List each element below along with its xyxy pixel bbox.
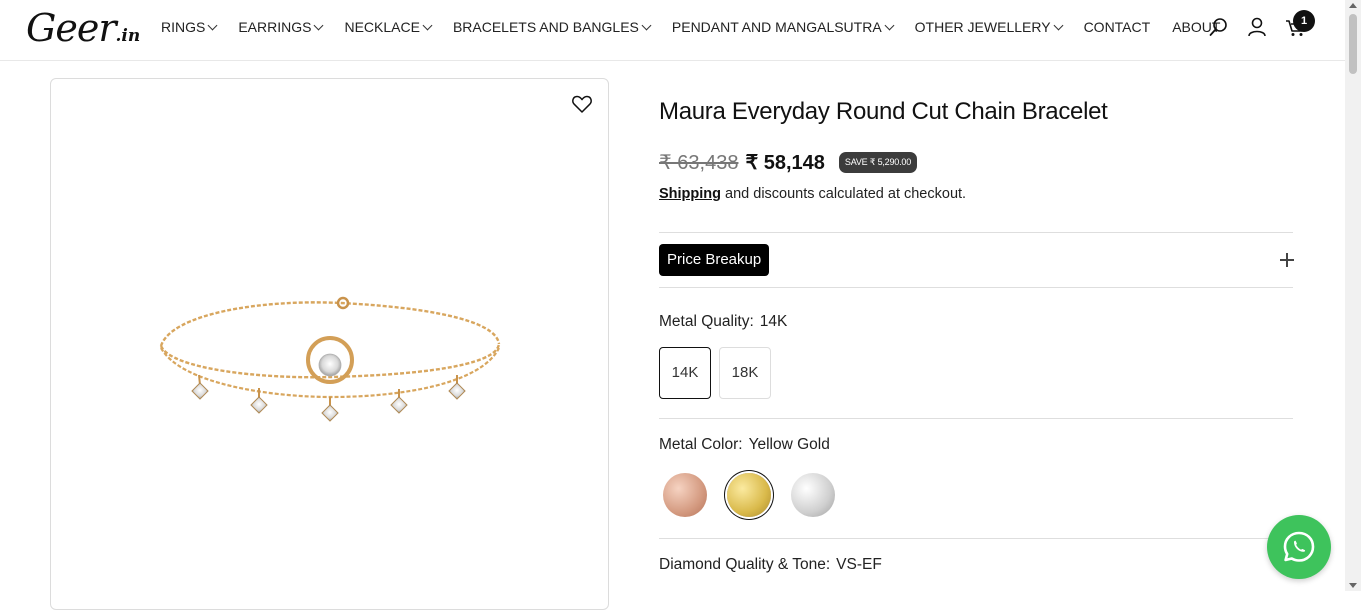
metal-quality-label: Metal Quality: [659, 313, 754, 330]
nav-label: NECKLACE [344, 19, 420, 35]
shipping-text: and discounts calculated at checkout. [725, 186, 967, 202]
cart-count-badge: 1 [1293, 10, 1315, 32]
save-badge: SAVE ₹ 5,290.00 [838, 152, 918, 173]
scroll-thumb[interactable] [1349, 14, 1357, 74]
chevron-down-icon [207, 20, 218, 30]
scroll-up-arrow-icon[interactable] [1349, 3, 1357, 8]
site-logo[interactable]: Geer.in [26, 4, 140, 60]
divider [659, 418, 1293, 419]
scroll-down-arrow-icon[interactable] [1349, 583, 1357, 588]
nav-item-bracelets-and-bangles[interactable]: BRACELETS AND BANGLES [452, 19, 652, 35]
metal-color-value: Yellow Gold [748, 436, 830, 453]
metal-quality-option-14k[interactable]: 14K [659, 347, 711, 399]
logo-suffix: .in [115, 26, 141, 46]
nav-label: PENDANT AND MANGALSUTRA [671, 19, 882, 35]
swatch-white-gold[interactable] [791, 473, 835, 517]
header-icons [1208, 16, 1306, 38]
nav-label: CONTACT [1083, 19, 1151, 35]
nav-label: OTHER JEWELLERY [914, 19, 1051, 35]
expand-plus-icon[interactable] [1280, 253, 1294, 267]
site-header: Geer.in RINGS EARRINGS NECKLACE BRACELET… [0, 0, 1345, 61]
nav-item-contact[interactable]: CONTACT [1084, 19, 1151, 35]
price-breakup-button[interactable]: Price Breakup [659, 244, 770, 276]
logo-main: Geer [26, 6, 116, 50]
diamond-quality-label: Diamond Quality & Tone: [659, 556, 831, 573]
account-icon[interactable] [1246, 16, 1268, 38]
swatch-rose-gold[interactable] [663, 473, 707, 517]
nav-item-necklace[interactable]: NECKLACE [344, 19, 433, 35]
metal-quality-value: 14K [759, 313, 788, 330]
divider [659, 287, 1293, 288]
swatch-yellow-gold[interactable] [727, 473, 771, 517]
metal-quality-row: Metal Quality: 14K [659, 313, 787, 331]
chevron-down-icon [422, 20, 433, 30]
sale-price: ₹ 58,148 [745, 152, 825, 174]
search-icon[interactable] [1208, 16, 1230, 38]
product-title: Maura Everyday Round Cut Chain Bracelet [659, 98, 1108, 125]
main-nav: RINGS EARRINGS NECKLACE BRACELETS AND BA… [161, 19, 1242, 35]
product-image-panel [50, 78, 609, 610]
price-row: ₹ 63,438 ₹ 58,148 SAVE ₹ 5,290.00 [659, 150, 918, 175]
nav-label: RINGS [161, 19, 206, 35]
diamond-quality-value: VS-EF [836, 556, 882, 573]
nav-item-earrings[interactable]: EARRINGS [238, 19, 324, 35]
diamond-quality-row: Diamond Quality & Tone: VS-EF [659, 556, 882, 574]
shipping-note: Shipping and discounts calculated at che… [659, 186, 966, 202]
page-scrollbar[interactable] [1345, 0, 1361, 591]
chevron-down-icon [641, 20, 652, 30]
metal-quality-option-18k[interactable]: 18K [719, 347, 771, 399]
chevron-down-icon [884, 20, 895, 30]
nav-label: BRACELETS AND BANGLES [452, 19, 639, 35]
nav-item-other-jewellery[interactable]: OTHER JEWELLERY [914, 19, 1064, 35]
divider [659, 538, 1293, 539]
nav-item-rings[interactable]: RINGS [161, 19, 218, 35]
chevron-down-icon [314, 20, 324, 30]
chevron-down-icon [1053, 20, 1064, 30]
metal-color-label: Metal Color: [659, 436, 743, 453]
whatsapp-icon [1283, 531, 1315, 562]
bracelet-product-image [159, 296, 501, 422]
shipping-link[interactable]: Shipping [659, 186, 721, 202]
metal-color-row: Metal Color: Yellow Gold [659, 436, 830, 454]
whatsapp-chat-button[interactable] [1267, 515, 1331, 579]
nav-label: EARRINGS [238, 19, 312, 35]
wishlist-heart-icon[interactable] [571, 93, 593, 115]
original-price: ₹ 63,438 [659, 152, 739, 174]
nav-item-pendant-and-mangalsutra[interactable]: PENDANT AND MANGALSUTRA [671, 19, 895, 35]
divider [659, 232, 1293, 233]
